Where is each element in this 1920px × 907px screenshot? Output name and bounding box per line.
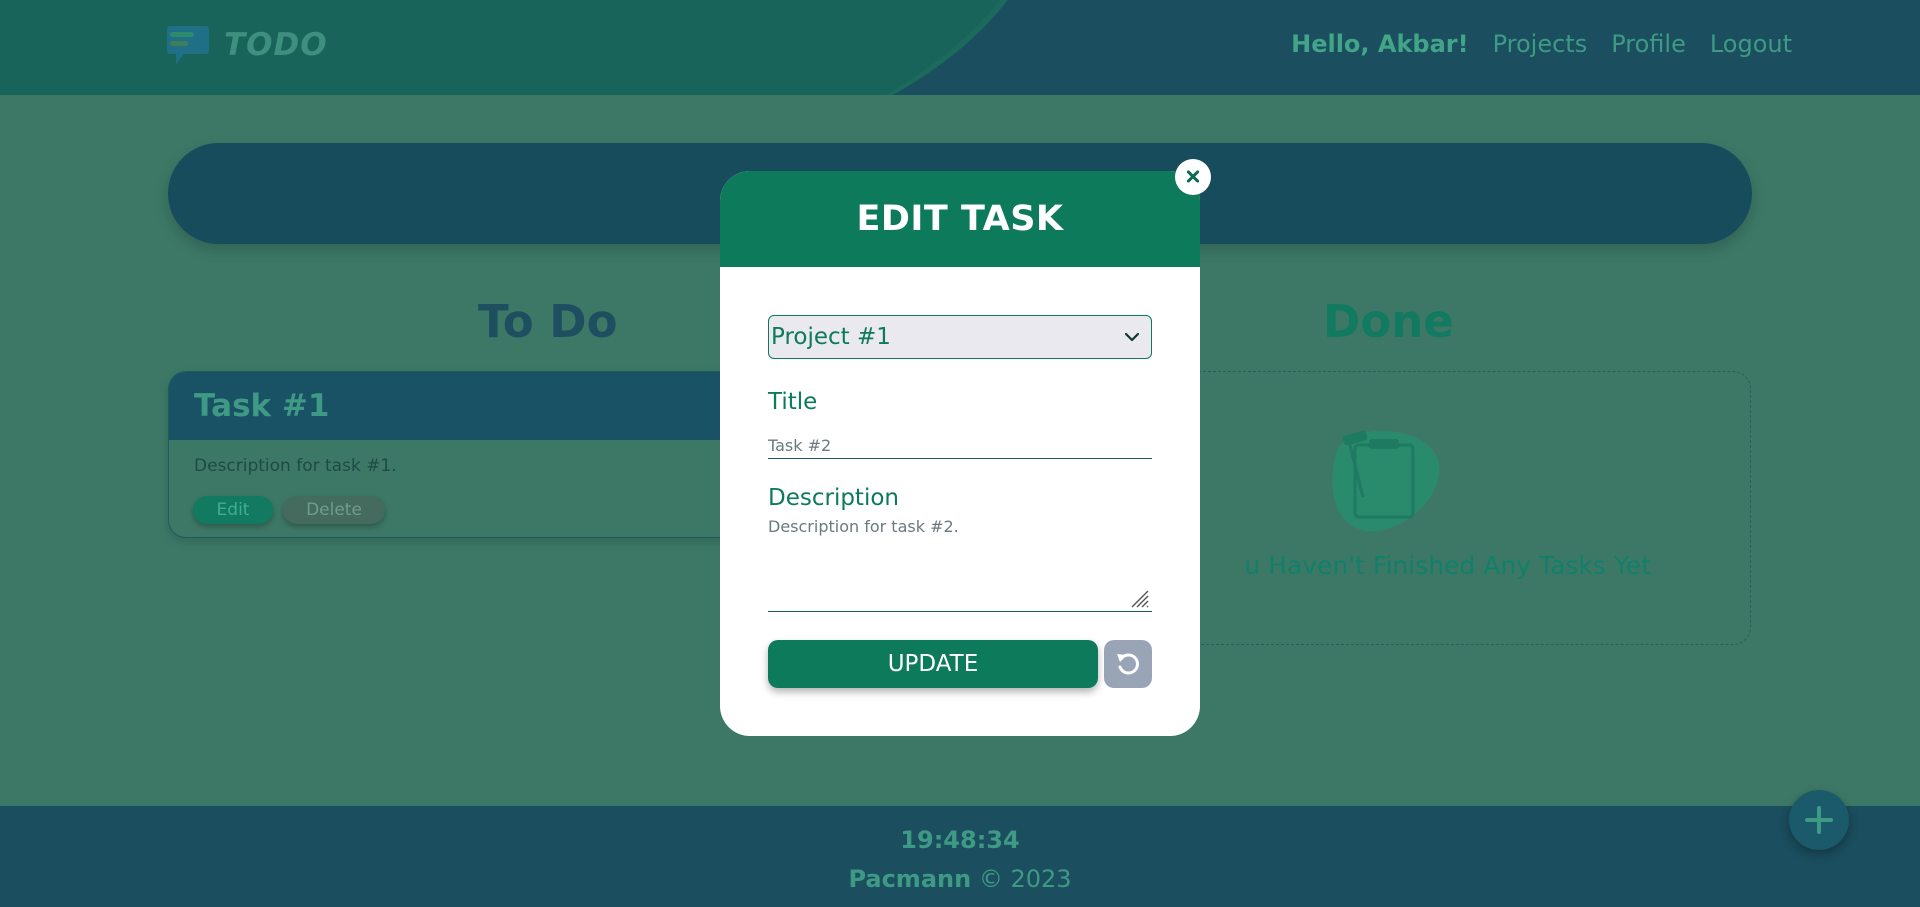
header-swoosh-decoration: [0, 0, 1040, 95]
description-field-label: Description: [768, 485, 899, 511]
title-field-label: Title: [768, 389, 818, 415]
project-select-value: Project #1: [771, 324, 891, 350]
done-empty-message: u Haven't Finished Any Tasks Yet: [1244, 551, 1651, 580]
chevron-down-icon: [1124, 332, 1140, 342]
undo-icon: [1117, 653, 1139, 675]
clipboard-illustration-icon: [1332, 430, 1440, 532]
description-text: Description for task #2.: [768, 517, 959, 536]
footer-copyright-text: © 2023: [978, 865, 1072, 893]
nav-menu: Hello, Akbar! Projects Profile Logout: [1291, 30, 1792, 58]
footer-clock: 19:48:34: [900, 826, 1020, 854]
modal-title: EDIT TASK: [720, 171, 1200, 267]
nav-logout-link[interactable]: Logout: [1710, 30, 1792, 58]
app-logo[interactable]: TODO: [166, 22, 328, 68]
delete-task-button[interactable]: Delete: [283, 496, 385, 524]
title-input[interactable]: [768, 433, 1152, 459]
edit-task-modal: EDIT TASK Project #1 Title Description D…: [720, 171, 1200, 736]
todo-column-title: To Do: [478, 295, 618, 348]
task-card-actions: Edit Delete: [193, 496, 385, 524]
footer: 19:48:34 Pacmann © 2023: [0, 806, 1920, 907]
resize-grip-icon[interactable]: [1128, 587, 1150, 609]
nav-profile-link[interactable]: Profile: [1611, 30, 1686, 58]
description-textarea[interactable]: Description for task #2.: [768, 517, 1152, 612]
nav-projects-link[interactable]: Projects: [1493, 30, 1588, 58]
top-navbar: TODO Hello, Akbar! Projects Profile Logo…: [0, 0, 1920, 95]
add-task-fab-plus-icon[interactable]: [1789, 790, 1849, 850]
edit-task-button[interactable]: Edit: [193, 496, 273, 524]
footer-copyright: Pacmann © 2023: [0, 865, 1920, 893]
close-modal-icon[interactable]: [1175, 159, 1211, 195]
logo-text: TODO: [224, 27, 328, 63]
user-greeting: Hello, Akbar!: [1291, 30, 1469, 58]
done-column-title: Done: [1323, 295, 1454, 348]
footer-brand: Pacmann: [848, 865, 972, 893]
reset-button[interactable]: [1104, 640, 1152, 688]
done-tasks-empty-state: u Haven't Finished Any Tasks Yet: [1175, 371, 1751, 645]
chat-logo-icon: [167, 26, 209, 64]
update-button[interactable]: UPDATE: [768, 640, 1098, 688]
project-select[interactable]: Project #1: [768, 315, 1152, 359]
